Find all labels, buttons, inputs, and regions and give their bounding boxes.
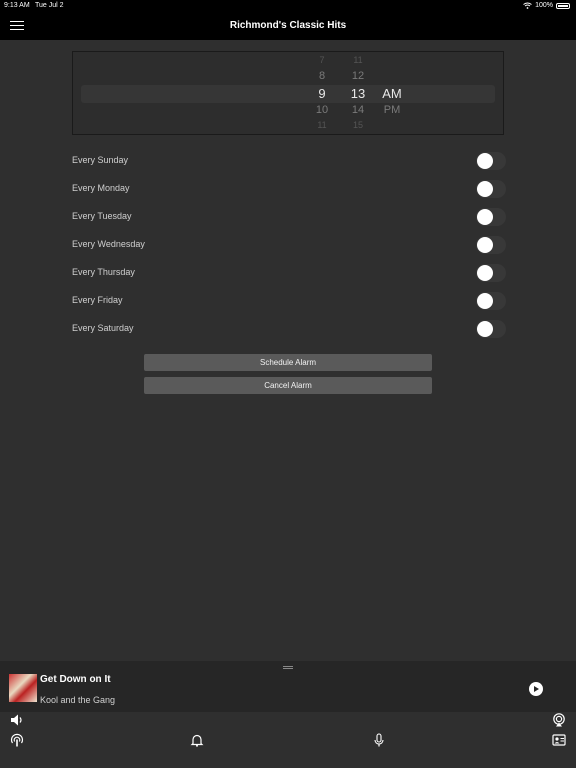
play-icon[interactable] — [529, 682, 543, 696]
time-picker[interactable]: 7 8 9 10 11 11 12 13 14 15 AM PM — [72, 51, 504, 135]
page-title: Richmond's Classic Hits — [229, 20, 347, 31]
picker-period-item: PM — [383, 104, 401, 116]
airplay-icon[interactable] — [552, 713, 566, 727]
toggle-knob — [477, 321, 493, 337]
day-label: Every Monday — [72, 183, 130, 193]
bottom-toolbar — [0, 712, 576, 768]
day-label: Every Friday — [72, 295, 123, 305]
day-row-friday: Every Friday — [72, 291, 506, 311]
nav-bar: Richmond's Classic Hits — [0, 12, 576, 40]
toggle-monday[interactable] — [476, 180, 506, 198]
toggle-friday[interactable] — [476, 292, 506, 310]
day-label: Every Thursday — [72, 267, 135, 277]
picker-hour-item: 10 — [315, 104, 329, 116]
album-art — [9, 674, 37, 702]
drag-handle-icon[interactable] — [283, 666, 293, 669]
toggle-knob — [477, 293, 493, 309]
picker-selection-band — [81, 85, 495, 103]
day-row-wednesday: Every Wednesday — [72, 235, 506, 255]
now-playing-bar[interactable]: Get Down on It Kool and the Gang — [0, 661, 576, 712]
microphone-icon[interactable] — [372, 733, 386, 747]
toggle-knob — [477, 153, 493, 169]
day-row-monday: Every Monday — [72, 179, 506, 199]
toggle-knob — [477, 265, 493, 281]
picker-minute-item: 12 — [351, 70, 365, 82]
wifi-icon — [523, 2, 532, 9]
artist-name: Kool and the Gang — [40, 695, 116, 705]
toggle-sunday[interactable] — [476, 152, 506, 170]
picker-minute-item: 15 — [352, 120, 363, 130]
contact-card-icon[interactable] — [552, 733, 566, 747]
day-label: Every Wednesday — [72, 239, 145, 249]
picker-minute-selected: 13 — [350, 86, 366, 101]
alarm-bell-icon[interactable] — [190, 733, 204, 747]
song-title: Get Down on It — [40, 674, 111, 685]
battery-percent: 100% — [535, 2, 553, 9]
day-row-tuesday: Every Tuesday — [72, 207, 506, 227]
volume-icon[interactable] — [10, 713, 24, 727]
podcast-icon[interactable] — [10, 733, 24, 747]
battery-icon — [556, 2, 570, 9]
day-label: Every Saturday — [72, 323, 134, 333]
toggle-knob — [477, 181, 493, 197]
picker-minute-item: 14 — [351, 104, 365, 116]
day-label: Every Tuesday — [72, 211, 132, 221]
day-row-thursday: Every Thursday — [72, 263, 506, 283]
picker-hour-item: 11 — [317, 120, 327, 130]
status-date: Tue Jul 2 — [35, 2, 64, 9]
picker-hour-item: 7 — [319, 55, 325, 65]
cancel-alarm-button[interactable]: Cancel Alarm — [144, 377, 432, 394]
picker-hour-selected: 9 — [318, 86, 326, 101]
toggle-tuesday[interactable] — [476, 208, 506, 226]
day-label: Every Sunday — [72, 155, 129, 165]
toggle-knob — [477, 237, 493, 253]
day-row-saturday: Every Saturday — [72, 319, 506, 339]
toggle-saturday[interactable] — [476, 320, 506, 338]
status-right: 100% — [523, 2, 570, 9]
picker-period-selected: AM — [382, 86, 402, 101]
status-time: 9:13 AM — [4, 2, 30, 9]
status-bar: 9:13 AM Tue Jul 2 100% — [0, 0, 576, 12]
toggle-wednesday[interactable] — [476, 236, 506, 254]
picker-minute-item: 11 — [353, 55, 363, 65]
toggle-knob — [477, 209, 493, 225]
toggle-thursday[interactable] — [476, 264, 506, 282]
picker-hour-item: 8 — [318, 70, 326, 82]
schedule-alarm-button[interactable]: Schedule Alarm — [144, 354, 432, 371]
day-row-sunday: Every Sunday — [72, 151, 506, 171]
